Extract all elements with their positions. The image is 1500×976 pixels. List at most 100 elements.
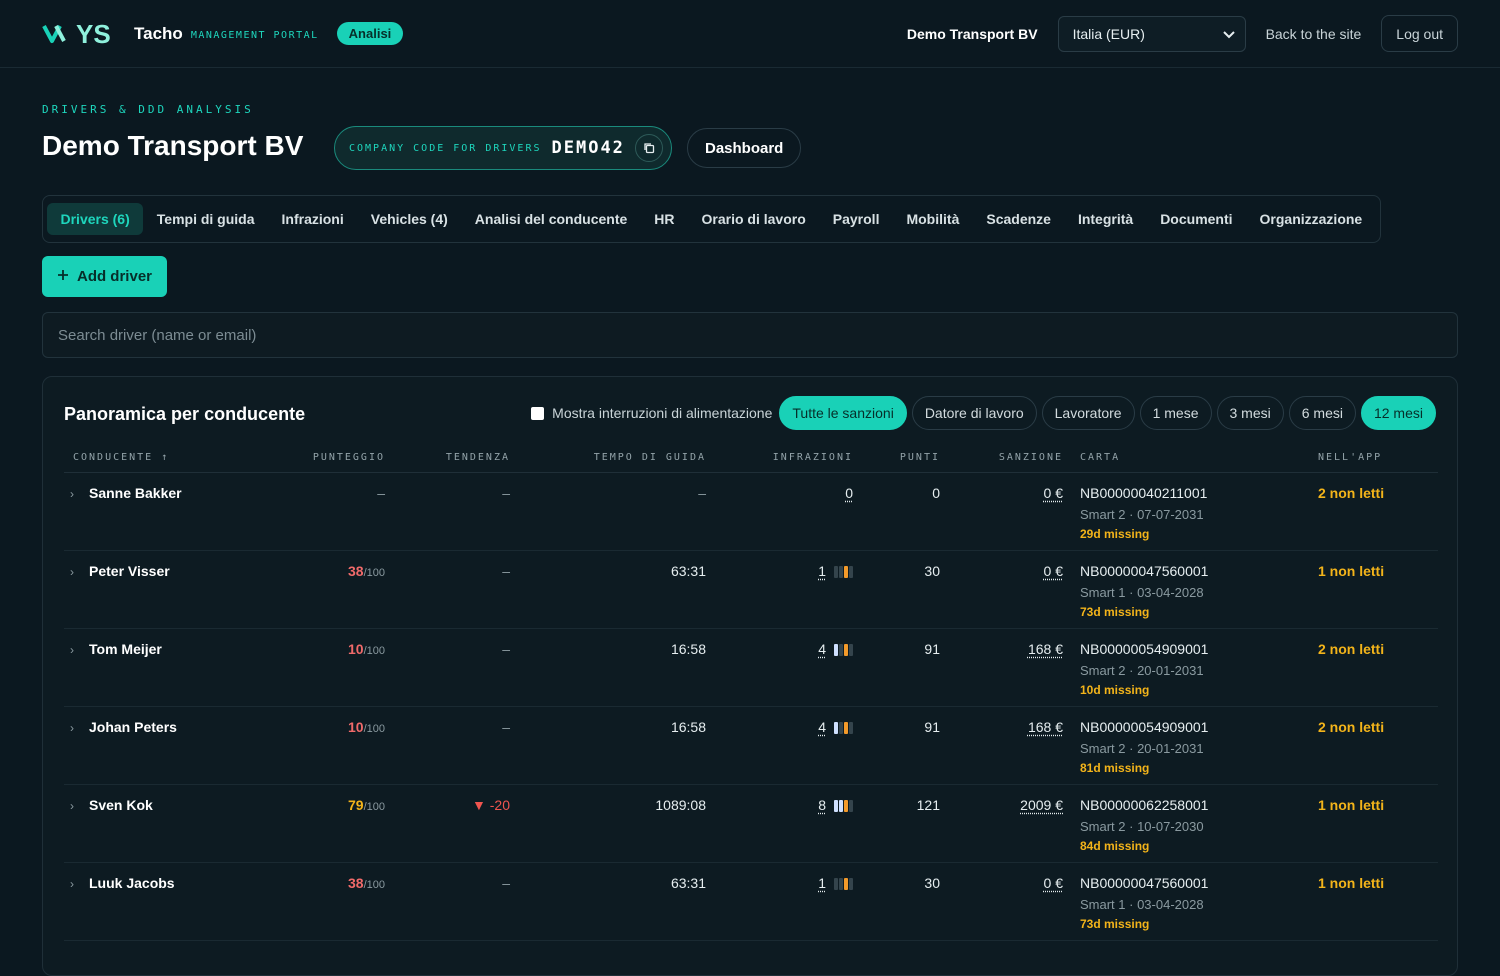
drive-time: 16:58	[671, 641, 706, 657]
col-in-app-header[interactable]: NELL'APP	[1318, 452, 1382, 463]
tab-organizzazione[interactable]: Organizzazione	[1246, 203, 1376, 235]
tab-mobilita[interactable]: Mobilità	[893, 203, 973, 235]
dashboard-button[interactable]: Dashboard	[687, 128, 801, 168]
filter-lavoratore[interactable]: Lavoratore	[1042, 396, 1135, 430]
card-info: Smart 2 · 20-01-2031	[1080, 663, 1204, 678]
col-card-header[interactable]: CARTA	[1080, 452, 1120, 463]
sanction-amount[interactable]: 0 €	[1044, 563, 1063, 579]
search-input[interactable]: Search driver (name or email)	[42, 312, 1458, 358]
col-trend-header[interactable]: TENDENZA	[446, 452, 510, 463]
sanction-value[interactable]: 0 €	[1044, 485, 1063, 501]
filter-12-mesi[interactable]: 12 mesi	[1361, 396, 1436, 430]
driver-name[interactable]: Sanne Bakker	[89, 485, 182, 501]
driver-name[interactable]: Johan Peters	[89, 719, 177, 735]
table-row[interactable]: › Sanne Bakker – – – 0 0 0 € NB00000040211001 Sma…	[64, 473, 1438, 551]
tab-infrazioni[interactable]: Infrazioni	[268, 203, 357, 235]
infractions-value[interactable]: 1	[818, 563, 826, 579]
tab-integrita[interactable]: Integrità	[1064, 203, 1146, 235]
add-driver-button[interactable]: Add driver	[42, 256, 167, 297]
brand-logo[interactable]: YS Tacho MANAGEMENT PORTAL Analisi	[42, 21, 403, 47]
sanction-value[interactable]: 2009 €	[1020, 797, 1063, 813]
infractions-value[interactable]: 8	[818, 797, 826, 813]
infractions-count[interactable]: 4	[818, 641, 853, 657]
col-infractions-header[interactable]: INFRAZIONI	[773, 452, 853, 463]
section-tabs: Drivers (6) Tempi di guida Infrazioni Ve…	[42, 195, 1381, 243]
back-to-site-link[interactable]: Back to the site	[1266, 26, 1362, 42]
chevron-right-icon[interactable]: ›	[70, 877, 74, 891]
table-row[interactable]: › Sven Kok 79/100 ▼ -20 1089:08 8 121 2009 € NB0…	[64, 785, 1438, 863]
drive-time: 63:31	[671, 563, 706, 579]
infractions-count[interactable]: 4	[818, 719, 853, 735]
filter-6-mesi[interactable]: 6 mesi	[1289, 396, 1356, 430]
col-sanction-header[interactable]: SANZIONE	[999, 452, 1063, 463]
chevron-right-icon[interactable]: ›	[70, 799, 74, 813]
driver-name[interactable]: Peter Visser	[89, 563, 170, 579]
infractions-value[interactable]: 4	[818, 641, 826, 657]
app-unread-count[interactable]: 1 non letti	[1318, 875, 1384, 891]
tab-vehicles[interactable]: Vehicles (4)	[357, 203, 461, 235]
tab-scadenze[interactable]: Scadenze	[973, 203, 1065, 235]
score-value: 10	[348, 641, 364, 657]
app-unread-count[interactable]: 1 non letti	[1318, 797, 1384, 813]
sanction-amount[interactable]: 0 €	[1044, 485, 1063, 501]
infractions-count[interactable]: 1	[818, 875, 853, 891]
tab-tempi-di-guida[interactable]: Tempi di guida	[143, 203, 268, 235]
sanction-value[interactable]: 168 €	[1028, 641, 1063, 657]
infraction-severity-bars	[834, 878, 853, 890]
severity-bar	[849, 566, 853, 578]
chevron-right-icon[interactable]: ›	[70, 487, 74, 501]
tab-hr[interactable]: HR	[641, 203, 688, 235]
logout-button[interactable]: Log out	[1381, 15, 1458, 52]
infractions-value[interactable]: 0	[845, 485, 853, 501]
infractions-count[interactable]: 0	[845, 485, 853, 501]
drive-time: 16:58	[671, 719, 706, 735]
driver-name[interactable]: Tom Meijer	[89, 641, 162, 657]
table-row[interactable]: › Johan Peters 10/100 – 16:58 4 91 168 € NB00000…	[64, 707, 1438, 785]
filter-3-mesi[interactable]: 3 mesi	[1217, 396, 1284, 430]
copy-icon[interactable]	[635, 134, 663, 162]
score-denominator: /100	[364, 723, 385, 735]
sanction-amount[interactable]: 0 €	[1044, 875, 1063, 891]
filter-tutte-le-sanzioni[interactable]: Tutte le sanzioni	[779, 396, 906, 430]
tab-drivers[interactable]: Drivers (6)	[47, 203, 143, 235]
tab-orario-di-lavoro[interactable]: Orario di lavoro	[688, 203, 819, 235]
chevron-right-icon[interactable]: ›	[70, 721, 74, 735]
infractions-count[interactable]: 8	[818, 797, 853, 813]
filter-datore-di-lavoro[interactable]: Datore di lavoro	[912, 396, 1037, 430]
infractions-count[interactable]: 1	[818, 563, 853, 579]
tab-documenti[interactable]: Documenti	[1147, 203, 1246, 235]
col-driver-header[interactable]: CONDUCENTE ↑	[73, 452, 169, 463]
card-missing-days: 73d missing	[1080, 605, 1149, 619]
table-row[interactable]: › Tom Meijer 10/100 – 16:58 4 91 168 € NB0000005…	[64, 629, 1438, 707]
table-row[interactable]: › Luuk Jacobs 38/100 – 63:31 1 30 0 € NB00000047…	[64, 863, 1438, 941]
col-drive-time-header[interactable]: TEMPO DI GUIDA	[594, 452, 706, 463]
severity-bar	[849, 878, 853, 890]
col-points-header[interactable]: PUNTI	[900, 452, 940, 463]
col-score-header[interactable]: PUNTEGGIO	[313, 452, 385, 463]
sanction-value[interactable]: 168 €	[1028, 719, 1063, 735]
driver-name[interactable]: Sven Kok	[89, 797, 153, 813]
chevron-right-icon[interactable]: ›	[70, 643, 74, 657]
tab-payroll[interactable]: Payroll	[819, 203, 893, 235]
severity-bar	[834, 878, 838, 890]
app-unread-count[interactable]: 2 non letti	[1318, 485, 1384, 501]
chevron-right-icon[interactable]: ›	[70, 565, 74, 579]
app-unread-count[interactable]: 1 non letti	[1318, 563, 1384, 579]
filter-1-mese[interactable]: 1 mese	[1140, 396, 1212, 430]
tab-analisi-del-conducente[interactable]: Analisi del conducente	[461, 203, 640, 235]
page-title: Demo Transport BV	[42, 130, 303, 162]
region-select[interactable]: Italia (EUR)	[1058, 16, 1246, 52]
sanction-amount[interactable]: 2009 €	[1020, 797, 1063, 813]
infractions-value[interactable]: 1	[818, 875, 826, 891]
table-row[interactable]: › Peter Visser 38/100 – 63:31 1 30 0 € NB0000004…	[64, 551, 1438, 629]
sanction-value[interactable]: 0 €	[1044, 563, 1063, 579]
app-unread-count[interactable]: 2 non letti	[1318, 719, 1384, 735]
power-interruptions-checkbox[interactable]	[531, 407, 544, 420]
infractions-value[interactable]: 4	[818, 719, 826, 735]
app-unread-count[interactable]: 2 non letti	[1318, 641, 1384, 657]
sanction-value[interactable]: 0 €	[1044, 875, 1063, 891]
sanction-amount[interactable]: 168 €	[1028, 719, 1063, 735]
driver-name[interactable]: Luuk Jacobs	[89, 875, 175, 891]
power-interruptions-toggle[interactable]: Mostra interruzioni di alimentazione	[531, 405, 772, 421]
sanction-amount[interactable]: 168 €	[1028, 641, 1063, 657]
